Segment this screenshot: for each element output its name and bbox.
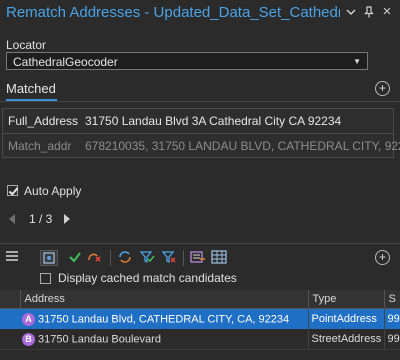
locator-dropdown[interactable]: CathedralGeocoder ▼	[6, 52, 368, 70]
tab-matched[interactable]: Matched	[6, 81, 58, 101]
auto-apply-checkbox[interactable]	[7, 185, 18, 196]
match-icon[interactable]	[66, 250, 84, 266]
candidate-address: 31750 Landau Blvd, CATHEDRAL CITY, CA, 9…	[38, 312, 290, 325]
divider	[0, 101, 400, 102]
divider	[0, 243, 400, 244]
column-header-address[interactable]: Address	[20, 290, 309, 309]
options-chevron-down-icon[interactable]	[344, 4, 358, 20]
zoom-to-icon[interactable]	[40, 250, 58, 266]
field-key-match-addr: Match_addr	[8, 139, 72, 153]
window-title: Rematch Addresses - Updated_Data_Set_Cat…	[6, 4, 340, 21]
locator-selected-value: CathedralGeocoder	[13, 55, 118, 69]
menu-icon[interactable]	[3, 250, 21, 266]
auto-apply-label: Auto Apply	[24, 184, 82, 198]
display-cached-checkbox[interactable]	[40, 273, 51, 284]
pager-text: 1 / 3	[29, 212, 53, 226]
rank-badge: A	[22, 312, 35, 326]
display-cached-label: Display cached match candidates	[58, 271, 237, 285]
candidates-table: Address Type S A 31750 Landau Blvd, CATHE…	[0, 290, 400, 350]
refresh-icon[interactable]	[116, 250, 134, 266]
column-header-type[interactable]: Type	[308, 290, 385, 309]
filter-icon[interactable]	[138, 250, 156, 266]
field-value-full-address[interactable]: 31750 Landau Blvd 3A Cathedral City CA 9…	[85, 114, 341, 128]
column-header-rank	[0, 290, 21, 309]
rank-badge: B	[22, 332, 35, 346]
candidate-address-cell: B 31750 Landau Boulevard	[0, 329, 309, 350]
table-icon[interactable]	[210, 250, 228, 266]
add-icon[interactable]: +	[375, 250, 390, 265]
unmatch-icon[interactable]	[86, 250, 104, 266]
previous-icon[interactable]	[7, 213, 17, 228]
toolbar-separator	[110, 250, 111, 266]
divider	[3, 133, 393, 134]
table-row[interactable]: A 31750 Landau Blvd, CATHEDRAL CITY, CA, …	[0, 308, 400, 329]
candidate-type: PointAddress	[308, 308, 385, 329]
table-row[interactable]: B 31750 Landau Boulevard StreetAddress 99	[0, 329, 400, 350]
candidate-address: 31750 Landau Boulevard	[38, 332, 161, 345]
next-icon[interactable]	[62, 213, 72, 228]
chevron-down-icon: ▼	[353, 57, 361, 66]
field-value-match-addr: 678210035, 31750 LANDAU BLVD, CATHEDRAL …	[85, 139, 400, 153]
close-icon[interactable]: ×	[380, 4, 394, 20]
table-header-row: Address Type S	[0, 290, 400, 309]
toolbar-separator	[183, 250, 184, 266]
save-icon[interactable]	[189, 250, 207, 266]
pin-icon[interactable]	[362, 4, 376, 20]
locator-label: Locator	[6, 38, 47, 52]
add-icon[interactable]: +	[375, 81, 390, 96]
column-header-score[interactable]: S	[384, 290, 400, 309]
candidate-score: 99	[384, 308, 400, 329]
filter-clear-icon[interactable]	[160, 250, 178, 266]
field-key-full-address: Full_Address	[8, 114, 79, 128]
candidate-type: StreetAddress	[308, 329, 385, 350]
candidate-score: 99	[384, 329, 400, 350]
candidate-address-cell: A 31750 Landau Blvd, CATHEDRAL CITY, CA, …	[0, 308, 309, 329]
